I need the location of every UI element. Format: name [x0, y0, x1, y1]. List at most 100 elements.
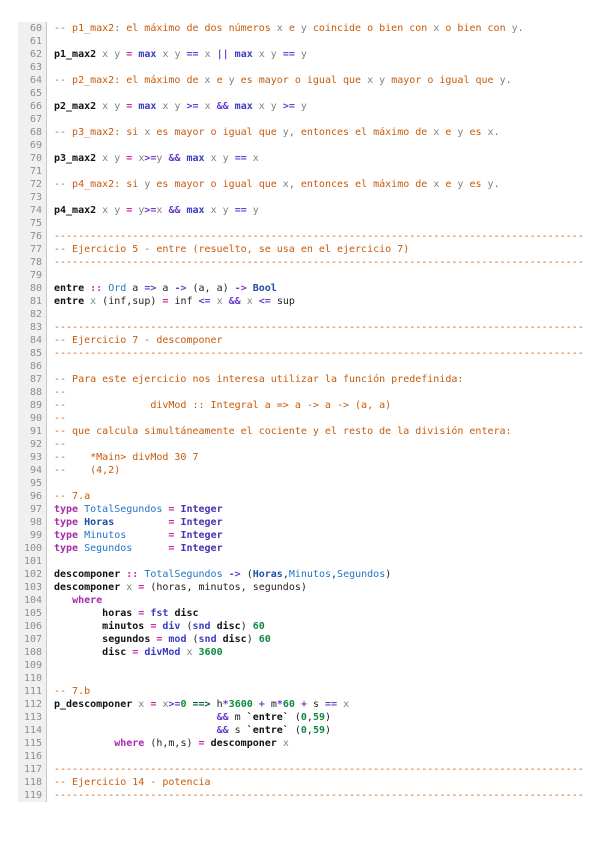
code-line: 106 minutos = div (snd disc) 60	[18, 620, 600, 633]
line-number: 115	[18, 737, 47, 750]
code-text: type Segundos = Integer	[54, 543, 223, 554]
line-number: 76	[18, 230, 47, 243]
code-line: 103 descomponer x = (horas, minutos, segu…	[18, 581, 600, 594]
code-line: 65	[18, 87, 600, 100]
line-number: 71	[18, 165, 47, 178]
line-number: 111	[18, 685, 47, 698]
code-line: 109	[18, 659, 600, 672]
line-number: 69	[18, 139, 47, 152]
code-text: && m `entre` (0,59)	[216, 712, 332, 723]
code-text: --	[54, 387, 67, 398]
line-number: 102	[18, 568, 47, 581]
line-number: 67	[18, 113, 47, 126]
code-line: 93 -- *Main> divMod 30 7	[18, 451, 600, 464]
code-line: 74 p4_max2 x y = y>=x && max x y == y	[18, 204, 600, 217]
line-number: 119	[18, 789, 47, 802]
code-text: where	[72, 595, 103, 606]
line-number: 75	[18, 217, 47, 230]
code-line: 66 p2_max2 x y = max x y >= x && max x y …	[18, 100, 600, 113]
code-text: type Minutos = Integer	[54, 530, 223, 541]
line-number: 86	[18, 360, 47, 373]
code-text: ----------------------------------------…	[54, 257, 584, 268]
code-line: 115 where (h,m,s) = descomponer x	[18, 737, 600, 750]
code-line: 83 --------------------------------------…	[18, 321, 600, 334]
code-text: p1_max2 x y = max x y == x || max x y ==…	[54, 49, 307, 60]
line-number: 118	[18, 776, 47, 789]
line-number: 104	[18, 594, 47, 607]
code-line: 110	[18, 672, 600, 685]
line-number: 94	[18, 464, 47, 477]
code-line: 119 -------------------------------------…	[18, 789, 600, 802]
code-line: 81 entre x (inf,sup) = inf <= x && x <= s…	[18, 295, 600, 308]
code-line: 114 && s `entre` (0,59)	[18, 724, 600, 737]
code-text: ----------------------------------------…	[54, 790, 584, 801]
code-text: -- 7.b	[54, 686, 91, 697]
code-text: --	[54, 439, 67, 450]
code-line: 78 --------------------------------------…	[18, 256, 600, 269]
line-number: 70	[18, 152, 47, 165]
code-line: 86	[18, 360, 600, 373]
code-area[interactable]: 60 -- p1_max2: el máximo de dos números x…	[0, 0, 600, 802]
line-number: 101	[18, 555, 47, 568]
code-line: 87 -- Para este ejercicio nos interesa ut…	[18, 373, 600, 386]
code-line: 118 -- Ejercicio 14 - potencia	[18, 776, 600, 789]
code-text: p4_max2 x y = y>=x && max x y == y	[54, 205, 259, 216]
code-text: ----------------------------------------…	[54, 231, 584, 242]
code-text: -- p4_max2: si y es mayor o igual que x,…	[54, 179, 500, 190]
line-number: 87	[18, 373, 47, 386]
code-line: 107 segundos = mod (snd disc) 60	[18, 633, 600, 646]
code-line: 77 -- Ejercicio 5 - entre (resuelto, se u…	[18, 243, 600, 256]
code-line: 117 -------------------------------------…	[18, 763, 600, 776]
line-number: 61	[18, 35, 47, 48]
code-line: 61	[18, 35, 600, 48]
line-number: 105	[18, 607, 47, 620]
code-text: ----------------------------------------…	[54, 764, 584, 775]
code-text: ----------------------------------------…	[54, 348, 584, 359]
code-viewer-page: 60 -- p1_max2: el máximo de dos números x…	[0, 0, 600, 848]
line-number: 89	[18, 399, 47, 412]
line-number: 62	[18, 48, 47, 61]
code-line: 70 p3_max2 x y = x>=y && max x y == x	[18, 152, 600, 165]
code-text: -- p1_max2: el máximo de dos números x e…	[54, 23, 524, 34]
line-number: 66	[18, 100, 47, 113]
line-number: 78	[18, 256, 47, 269]
line-number: 103	[18, 581, 47, 594]
code-line: 63	[18, 61, 600, 74]
line-number: 91	[18, 425, 47, 438]
code-line: 112 p_descomponer x = x>=0 ==> h*3600 + m…	[18, 698, 600, 711]
code-line: 79	[18, 269, 600, 282]
line-number: 63	[18, 61, 47, 74]
line-number: 77	[18, 243, 47, 256]
code-text: p2_max2 x y = max x y >= x && max x y >=…	[54, 101, 307, 112]
code-line: 69	[18, 139, 600, 152]
code-text: --	[54, 413, 67, 424]
code-line: 88 --	[18, 386, 600, 399]
line-number: 117	[18, 763, 47, 776]
line-number: 60	[18, 22, 47, 35]
code-text: && s `entre` (0,59)	[216, 725, 332, 736]
code-line: 85 --------------------------------------…	[18, 347, 600, 360]
code-text: disc = divMod x 3600	[102, 647, 223, 658]
line-number: 99	[18, 529, 47, 542]
line-number: 116	[18, 750, 47, 763]
code-text: -- Ejercicio 14 - potencia	[54, 777, 211, 788]
code-line: 100 type Segundos = Integer	[18, 542, 600, 555]
line-number: 88	[18, 386, 47, 399]
code-line: 62 p1_max2 x y = max x y == x || max x y …	[18, 48, 600, 61]
code-text: descomponer :: TotalSegundos -> (Horas,M…	[54, 569, 392, 580]
line-number: 95	[18, 477, 47, 490]
code-text: -- Ejercicio 5 - entre (resuelto, se usa…	[54, 244, 410, 255]
code-text: entre x (inf,sup) = inf <= x && x <= sup	[54, 296, 295, 307]
code-line: 82	[18, 308, 600, 321]
code-text: type TotalSegundos = Integer	[54, 504, 223, 515]
code-text: descomponer x = (horas, minutos, segundo…	[54, 582, 307, 593]
line-number: 98	[18, 516, 47, 529]
